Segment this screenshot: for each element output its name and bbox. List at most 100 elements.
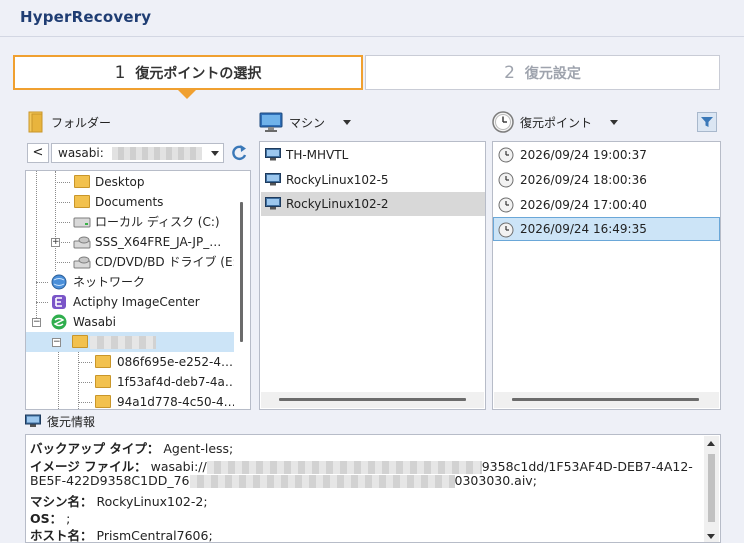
folder-icon — [74, 195, 90, 208]
tree-item-selected[interactable]: − — [26, 332, 236, 352]
tree-item-label: Wasabi — [73, 315, 117, 329]
tree-item-label: Actiphy ImageCenter — [73, 295, 200, 309]
restore-info-text[interactable]: バックアップ タイプ： Agent-less; イメージ ファイル： wasabi:… — [25, 434, 721, 543]
info-line-host: ホスト名： PrismCentral7606; — [30, 525, 213, 543]
restore-point-hscroll-thumb[interactable] — [512, 398, 699, 401]
image-file-value-end: 9358c1dd/1F53AF4D-DEB7-4A12- — [481, 459, 693, 474]
restore-point-label: 2026/09/24 19:00:37 — [520, 148, 647, 162]
clock-icon — [498, 197, 514, 213]
monitor-icon — [259, 112, 283, 132]
hard-drive-icon — [73, 217, 91, 228]
network-globe-icon — [51, 274, 67, 290]
machine-hscroll-thumb[interactable] — [279, 398, 466, 401]
tree-item-label: Documents — [95, 195, 164, 209]
folder-tree[interactable]: Desktop Documents ローカル ディスク (C:) + SSS_X… — [25, 170, 251, 410]
folder-icon — [95, 355, 111, 368]
machine-item-label: TH-MHVTL — [286, 148, 349, 162]
computer-icon — [25, 414, 41, 427]
filter-icon — [701, 117, 713, 127]
tree-item[interactable]: 086f695e-e252-4… — [26, 352, 234, 372]
info-line-backup-type: バックアップ タイプ： Agent-less; — [30, 438, 233, 457]
tree-scroll-thumb[interactable] — [240, 202, 243, 342]
tree-item-label: 94a1d778-4c50-4… — [117, 395, 236, 409]
step-1-label: 復元ポイントの選択 — [135, 65, 262, 82]
wasabi-icon — [51, 314, 67, 330]
tree-item[interactable]: Actiphy ImageCenter — [26, 292, 234, 312]
step-1-tab[interactable]: 1 復元ポイントの選択 — [13, 55, 363, 90]
restore-point-label: 復元ポイント — [520, 115, 593, 130]
clock-icon — [498, 172, 514, 188]
backup-type-value: Agent-less; — [163, 441, 234, 456]
machine-name-key: マシン名： — [30, 494, 93, 509]
tree-item-label: 1f53af4d-deb7-4a… — [117, 375, 237, 389]
tree-item-label: CD/DVD/BD ドライブ (E:) — [95, 255, 242, 269]
tree-item[interactable]: 1f53af4d-deb7-4a… — [26, 372, 237, 392]
image-file-value-start: wasabi:// — [150, 459, 207, 474]
folder-icon — [28, 111, 43, 133]
back-button[interactable]: < — [27, 143, 49, 163]
image-file-key: イメージ ファイル： — [30, 459, 147, 474]
host-name-value: PrismCentral7606; — [96, 528, 213, 543]
restore-point-item[interactable]: 2026/09/24 19:00:37 — [494, 143, 719, 167]
step-2-label: 復元設定 — [524, 65, 581, 82]
machine-item-selected[interactable]: RockyLinux102-2 — [261, 192, 485, 216]
machine-item[interactable]: TH-MHVTL — [261, 143, 484, 167]
tree-item[interactable]: Desktop — [26, 172, 234, 192]
machine-item-label: RockyLinux102-2 — [286, 197, 389, 211]
chevron-down-icon[interactable] — [211, 151, 219, 156]
restore-point-item-selected[interactable]: 2026/09/24 16:49:35 — [493, 217, 720, 241]
tree-item[interactable]: − Wasabi — [26, 312, 234, 332]
folder-icon — [74, 175, 90, 188]
tree-item-label: Desktop — [95, 175, 145, 189]
machine-dropdown-icon[interactable] — [343, 119, 352, 125]
tree-item[interactable]: + SSS_X64FRE_JA-JP_… — [26, 232, 234, 252]
restore-point-item[interactable]: 2026/09/24 17:00:40 — [494, 193, 719, 217]
computer-icon — [265, 173, 281, 186]
path-value: wasabi: — [58, 146, 104, 160]
clock-icon — [492, 111, 514, 133]
restore-point-dropdown-icon[interactable] — [610, 119, 619, 125]
info-scrollbar[interactable] — [704, 436, 719, 542]
info-scroll-thumb[interactable] — [708, 454, 715, 522]
tree-item-label: ネットワーク — [73, 275, 146, 289]
step-2-tab[interactable]: 2 復元設定 — [365, 55, 720, 90]
filter-button[interactable] — [697, 112, 717, 132]
tree-scrollbar[interactable] — [234, 172, 249, 408]
expand-icon[interactable]: + — [51, 238, 60, 247]
scroll-down-icon[interactable] — [707, 534, 715, 539]
machine-name-value: RockyLinux102-2; — [96, 494, 208, 509]
restore-point-label: 2026/09/24 18:00:36 — [520, 173, 647, 187]
os-key: OS： — [30, 511, 63, 526]
tree-item[interactable]: CD/DVD/BD ドライブ (E:) — [26, 252, 241, 272]
tree-item[interactable]: ローカル ディスク (C:) — [26, 212, 234, 232]
path-combobox[interactable]: wasabi: — [51, 143, 224, 163]
tree-item-label: ローカル ディスク (C:) — [95, 215, 220, 229]
restore-point-label: 2026/09/24 16:49:35 — [520, 222, 647, 236]
scroll-up-icon[interactable] — [707, 441, 715, 446]
tree-item[interactable]: Documents — [26, 192, 234, 212]
restore-point-hscrollbar[interactable] — [494, 392, 719, 408]
collapse-icon[interactable]: − — [52, 338, 61, 347]
redacted-folder-name — [90, 336, 156, 349]
machine-list[interactable]: TH-MHVTL RockyLinux102-5 RockyLinux102-2 — [259, 141, 486, 410]
disc-drive-icon — [73, 236, 91, 249]
machine-item[interactable]: RockyLinux102-5 — [261, 168, 484, 192]
machine-hscrollbar[interactable] — [261, 392, 484, 408]
imagecenter-icon — [52, 295, 66, 309]
collapse-icon[interactable]: − — [32, 318, 41, 327]
restore-point-item[interactable]: 2026/09/24 18:00:36 — [494, 168, 719, 192]
tree-item-label: 086f695e-e252-4… — [117, 355, 233, 369]
restore-point-header[interactable]: 復元ポイント — [492, 111, 619, 133]
restore-info-label: 復元情報 — [47, 414, 96, 429]
active-step-pointer — [178, 90, 196, 99]
machine-label: マシン — [289, 115, 326, 130]
machine-header[interactable]: マシン — [259, 111, 352, 133]
refresh-icon[interactable] — [228, 142, 250, 164]
restore-point-list[interactable]: 2026/09/24 19:00:37 2026/09/24 18:00:36 … — [492, 141, 721, 410]
folder-header: フォルダー — [27, 111, 111, 133]
host-name-key: ホスト名： — [30, 528, 93, 543]
tree-item[interactable]: ネットワーク — [26, 272, 234, 292]
tree-item[interactable]: 94a1d778-4c50-4… — [26, 392, 236, 409]
computer-icon — [265, 148, 281, 161]
step-1-number: 1 — [114, 62, 126, 83]
